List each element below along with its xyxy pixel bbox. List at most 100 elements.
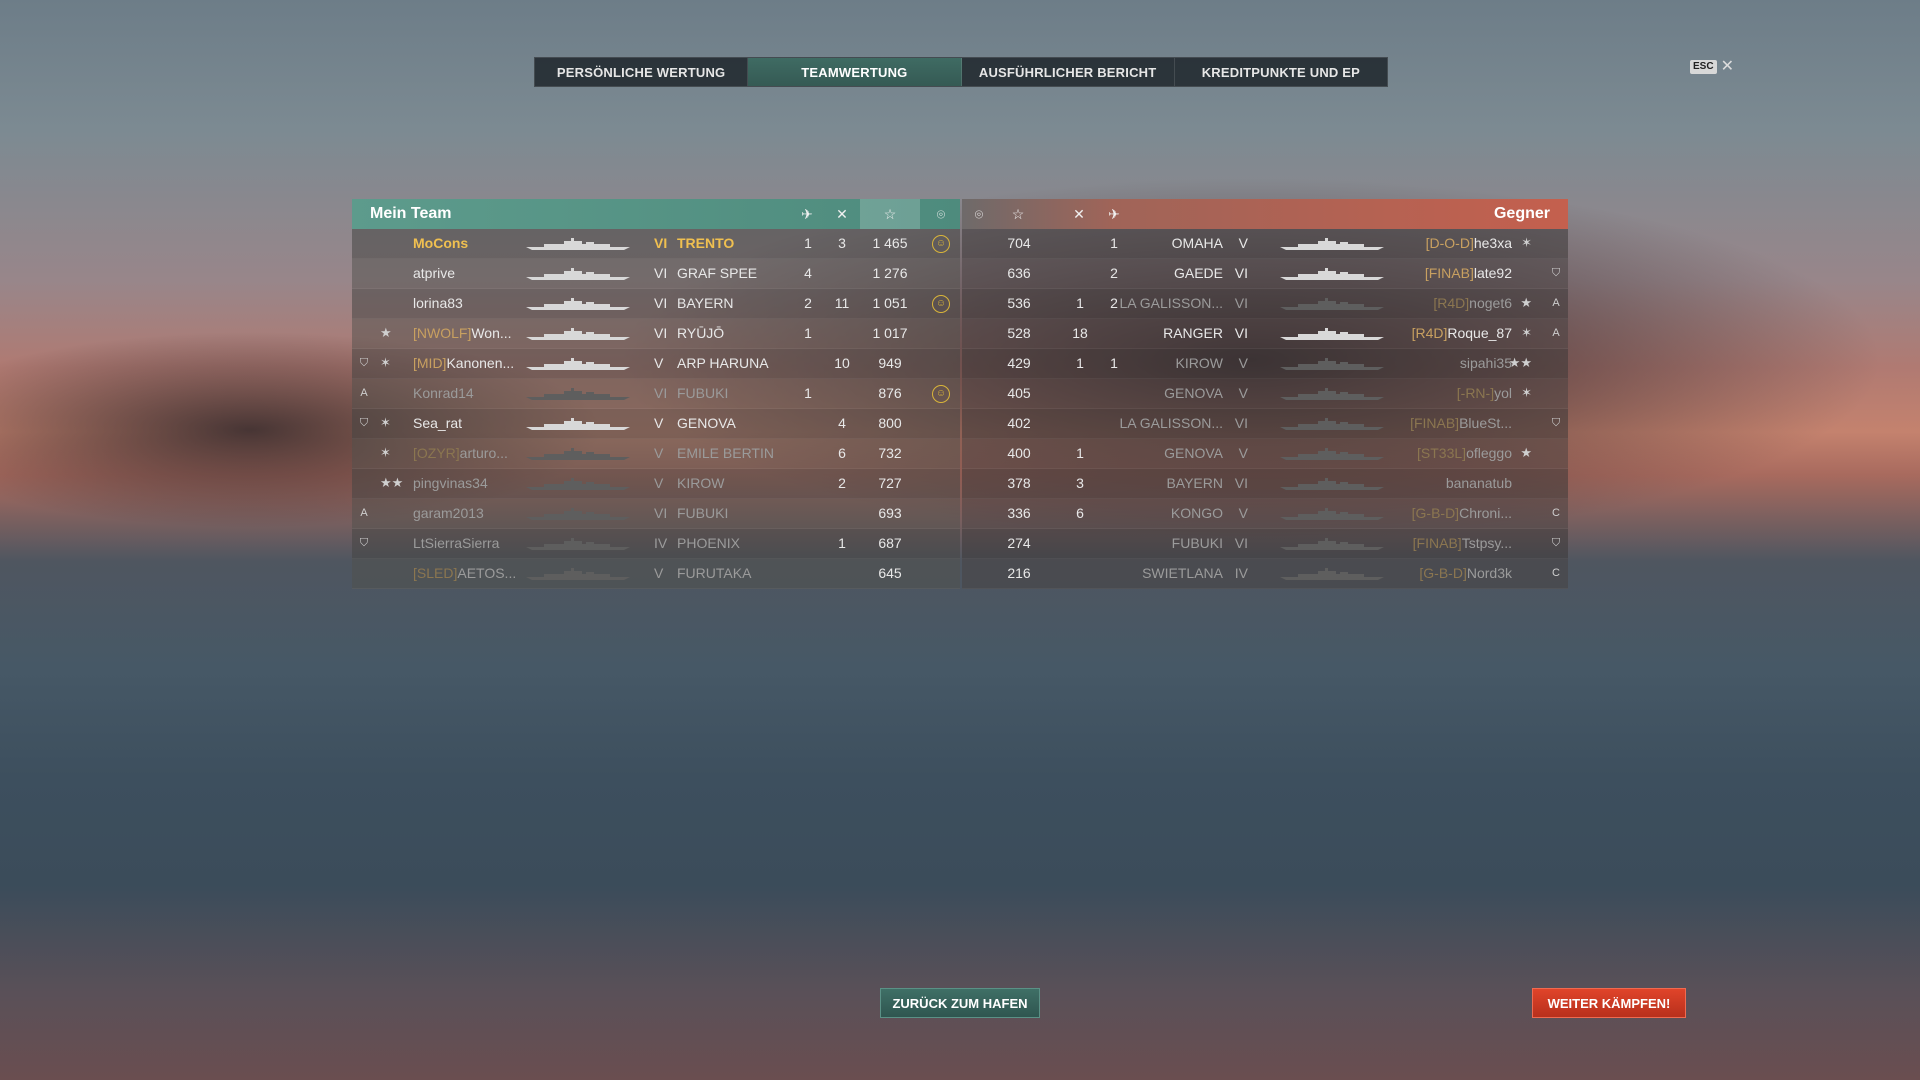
laurel-icon[interactable]: ⌾ <box>970 205 988 223</box>
my-team-row[interactable]: ⛉ ✶ [MID]Kanonen... V ARP HARUNA 10 949 <box>352 349 960 379</box>
player-name: Roque_87 <box>1447 325 1512 341</box>
enemy-team-row[interactable]: 405 GENOVA V [-RN-]yol ✶ <box>962 379 1568 409</box>
star-score-icon[interactable]: ☆ <box>860 199 920 229</box>
my-team-row[interactable]: [SLED]AETOS... V FURUTAKA 645 <box>352 559 960 589</box>
ships-destroyed-value: 10 <box>834 355 850 371</box>
player-name: Chroni... <box>1459 505 1512 521</box>
rank-badge-icon: ⛉ <box>359 417 369 429</box>
rank-star-icon: ★★ <box>1508 355 1532 370</box>
my-team-row[interactable]: ⛉ LtSierraSierra IV PHOENIX 1 687 <box>352 529 960 559</box>
rank-star-icon: ✶ <box>1521 325 1532 340</box>
planes-shot-value: 1 <box>804 325 812 341</box>
enemy-team-header: ⌾ ☆ ✕ ✈ Gegner <box>962 199 1568 229</box>
enemy-team-row[interactable]: 528 18 RANGER VI [R4D]Roque_87 ✶ A <box>962 319 1568 349</box>
enemy-team-row[interactable]: 336 6 KONGO V [G-B-D]Chroni... C <box>962 499 1568 529</box>
ship-tier: V <box>654 565 664 581</box>
ship-silhouette-icon <box>1280 418 1384 430</box>
enemy-team-row[interactable]: 536 1 2 LA GALISSON... VI [R4D]noget6 ★ A <box>962 289 1568 319</box>
player-name: Nord3k <box>1466 565 1512 581</box>
continue-fighting-button[interactable]: WEITER KÄMPFEN! <box>1532 988 1686 1018</box>
enemy-team-row[interactable]: 216 SWIETLANA IV [G-B-D]Nord3k C <box>962 559 1568 589</box>
my-team-row[interactable]: atprive VI GRAF SPEE 4 1 276 <box>352 259 960 289</box>
my-team-row[interactable]: lorina83 VI BAYERN 2 11 1 051 ☺ <box>352 289 960 319</box>
ships-destroyed-icon[interactable]: ✕ <box>833 205 851 223</box>
player-name: pingvinas34 <box>413 475 488 491</box>
enemy-team-row[interactable]: 274 FUBUKI VI [FINAB]Tstpsy... ⛉ <box>962 529 1568 559</box>
my-team-row[interactable]: MoCons VI TRENTO 1 3 1 465 ☺ <box>352 229 960 259</box>
planes-shot-value: 2 <box>804 295 812 311</box>
tab-teamwertung[interactable]: TEAMWERTUNG <box>748 58 962 86</box>
planes-shot-value: 1 <box>1110 355 1118 371</box>
my-team-row[interactable]: ★★ pingvinas34 V KIROW 2 727 <box>352 469 960 499</box>
laurel-icon[interactable]: ⌾ <box>932 205 950 223</box>
ships-destroyed-value <box>1068 229 1092 258</box>
planes-shot-value <box>802 409 814 438</box>
ships-destroyed-value <box>830 319 854 348</box>
ship-name: FUBUKI <box>1171 535 1223 551</box>
score-value: 1 017 <box>872 325 908 341</box>
ship-tier: VI <box>654 385 668 401</box>
ship-tier: IV <box>1234 565 1248 581</box>
score-value: 528 <box>1007 325 1031 341</box>
ships-destroyed-value: 11 <box>834 295 850 311</box>
enemy-team-row[interactable]: 402 LA GALISSON... VI [FINAB]BlueSt... ⛉ <box>962 409 1568 439</box>
star-score-icon[interactable]: ☆ <box>1009 205 1027 223</box>
tab-persoenliche-wertung[interactable]: PERSÖNLICHE WERTUNG <box>535 58 749 86</box>
tab-ausfuehrlicher-bericht[interactable]: AUSFÜHRLICHER BERICHT <box>962 58 1175 86</box>
my-team-row[interactable]: ⛉ ✶ Sea_rat V GENOVA 4 800 <box>352 409 960 439</box>
ship-tier: VI <box>654 505 668 521</box>
close-button[interactable]: ESC ✕ <box>1690 59 1734 75</box>
planes-shot-icon[interactable]: ✈ <box>1105 205 1123 223</box>
clan-tag: [OZYR] <box>413 445 460 461</box>
team-score-board: Mein Team ✈ ✕ ☆ ⌾ ⌾ ☆ ✕ ✈ Gegner MoCons V… <box>352 199 1568 589</box>
ships-destroyed-value: 1 <box>1076 295 1084 311</box>
planes-shot-value: 1 <box>804 385 812 401</box>
planes-shot-value <box>802 559 814 588</box>
clan-tag: [-RN-] <box>1456 385 1495 401</box>
my-team-row[interactable]: Agaram2013 VI FUBUKI 693 <box>352 499 960 529</box>
ships-destroyed-value <box>1068 379 1092 408</box>
ship-name: RANGER <box>1163 325 1223 341</box>
enemy-team-row[interactable]: 704 1 OMAHA V [D-O-D]he3xa ✶ <box>962 229 1568 259</box>
rank-star-icon: ★ <box>380 325 392 340</box>
back-to-port-button[interactable]: ZURÜCK ZUM HAFEN <box>880 988 1040 1018</box>
ship-tier: V <box>1238 445 1248 461</box>
ships-destroyed-value: 1 <box>1076 355 1084 371</box>
ships-destroyed-value <box>830 499 854 528</box>
planes-shot-value <box>1104 469 1124 498</box>
ship-name: SWIETLANA <box>1142 565 1223 581</box>
rank-badge-icon: ⛉ <box>359 537 369 549</box>
ships-destroyed-value: 6 <box>1076 505 1084 521</box>
ship-silhouette-icon <box>1280 388 1384 400</box>
rank-star-icon: ★ <box>1520 295 1532 310</box>
ships-destroyed-value <box>830 259 854 288</box>
planes-shot-value: 4 <box>804 265 812 281</box>
my-team-row[interactable]: ✶ [OZYR]arturo... V EMILE BERTIN 6 732 <box>352 439 960 469</box>
ship-name: RYŪJŌ <box>677 325 725 341</box>
ship-name: LA GALISSON... <box>1119 415 1224 431</box>
ships-destroyed-value: 6 <box>838 445 846 461</box>
ships-destroyed-value <box>1068 259 1092 288</box>
enemy-team-row[interactable]: 636 2 GAEDE VI [FINAB]late92 ⛉ <box>962 259 1568 289</box>
tab-kreditpunkte-und-ep[interactable]: KREDITPUNKTE UND EP <box>1175 58 1387 86</box>
enemy-team-row[interactable]: 429 1 1 KIROW Vsipahi35 ★★ <box>962 349 1568 379</box>
enemy-team-row[interactable]: 400 1 GENOVA V [ST33L]ofleggo ★ <box>962 439 1568 469</box>
enemy-team-row[interactable]: 378 3 BAYERN VI bananatub <box>962 469 1568 499</box>
planes-shot-value: 2 <box>1110 265 1118 281</box>
ships-destroyed-value: 3 <box>1076 475 1084 491</box>
ship-silhouette-icon <box>1280 238 1384 250</box>
player-name: BlueSt... <box>1459 415 1512 431</box>
ships-destroyed-value <box>1068 559 1092 588</box>
ships-destroyed-icon[interactable]: ✕ <box>1070 205 1088 223</box>
ship-name: KIROW <box>1175 355 1223 371</box>
planes-shot-value <box>1104 319 1124 348</box>
my-team-row[interactable]: A Konrad14 VI FUBUKI 1 876 ☺ <box>352 379 960 409</box>
ship-silhouette-icon <box>526 538 630 550</box>
my-team-row[interactable]: ★ [NWOLF]Won... VI RYŪJŌ 1 1 017 <box>352 319 960 349</box>
ship-name: FUBUKI <box>677 385 729 401</box>
score-value: 800 <box>878 415 902 431</box>
planes-shot-icon[interactable]: ✈ <box>798 205 816 223</box>
ships-destroyed-value <box>1068 409 1092 438</box>
ship-silhouette-icon <box>1280 328 1384 340</box>
player-name: bananatub <box>1445 475 1512 491</box>
